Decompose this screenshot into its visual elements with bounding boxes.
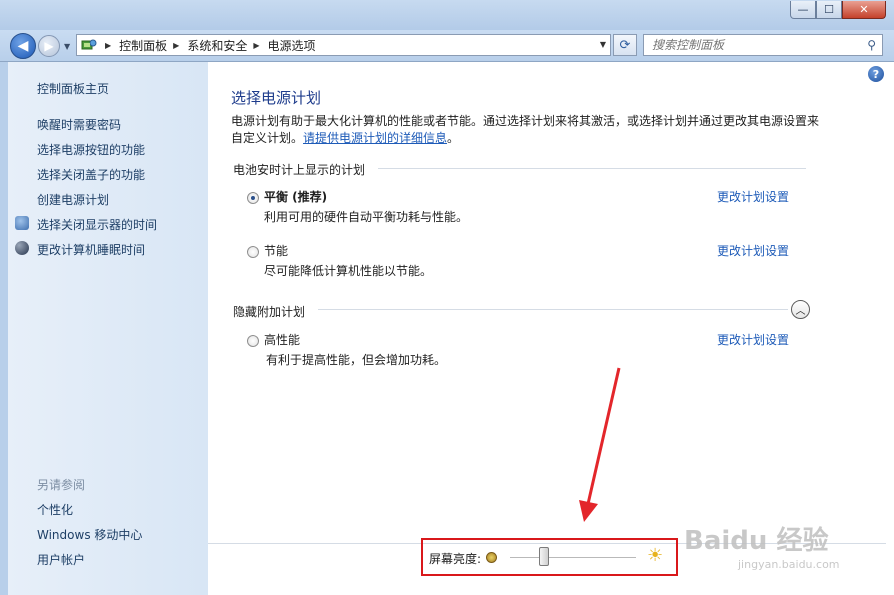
brightness-slider-track[interactable]: [510, 557, 636, 559]
brightness-slider-thumb[interactable]: [539, 547, 549, 566]
bright-sun-icon: ☀: [647, 545, 664, 566]
back-button[interactable]: ◀: [10, 33, 36, 59]
address-history-dropdown[interactable]: ▼: [600, 40, 606, 49]
sidebar-item-control-panel-home[interactable]: 控制面板主页: [37, 80, 109, 97]
see-also-heading: 另请参阅: [37, 478, 86, 492]
baidu-watermark: Baidu 经验 jingyan.baidu.com: [684, 520, 860, 586]
sidebar-item-power-button[interactable]: 选择电源按钮的功能: [37, 141, 145, 158]
dim-sun-icon: [486, 552, 497, 563]
sidebar-item-lid-close[interactable]: 选择关闭盖子的功能: [37, 166, 145, 183]
search-icon[interactable]: ⚲: [867, 38, 876, 52]
watermark-url: jingyan.baidu.com: [738, 558, 840, 571]
plan-power-saver-desc: 尽可能降低计算机性能以节能。: [264, 264, 433, 278]
description-end: 。: [447, 131, 460, 145]
breadcrumb-separator[interactable]: ▶: [253, 41, 259, 50]
forward-button[interactable]: ▶: [38, 35, 60, 57]
recent-pages-dropdown[interactable]: ▼: [64, 42, 70, 51]
plan-balanced-desc: 利用可用的硬件自动平衡功耗与性能。: [264, 210, 469, 224]
plan-details-link[interactable]: 请提供电源计划的详细信息: [303, 131, 447, 145]
sidebar-item-sleep-time[interactable]: 更改计算机睡眠时间: [37, 241, 145, 258]
brightness-label: 屏幕亮度:: [429, 552, 482, 566]
main-content: ? 选择电源计划 电源计划有助于最大化计算机的性能或者节能。通过选择计划来将其激…: [208, 62, 886, 595]
plan-balanced-radio[interactable]: [247, 192, 259, 204]
hidden-plans-heading: 隐藏附加计划: [233, 305, 306, 319]
sidebar-item-create-plan[interactable]: 创建电源计划: [37, 191, 109, 208]
help-icon[interactable]: ?: [868, 66, 884, 82]
battery-plans-heading: 电池安时计上显示的计划: [233, 163, 366, 177]
sidebar-item-personalization[interactable]: 个性化: [37, 501, 73, 518]
breadcrumb-separator[interactable]: ▶: [173, 41, 179, 50]
window-controls: — ☐ ✕: [790, 1, 886, 19]
plan-power-saver-radio[interactable]: [247, 246, 259, 258]
navigation-bar: ◀ ▶ ▼ ▶ 控制面板 ▶ 系统和安全 ▶ 电源选项 ▼ ⟳ ⚲: [0, 30, 894, 62]
moon-icon: [15, 241, 29, 255]
change-plan-settings-link[interactable]: 更改计划设置: [717, 188, 789, 205]
group-divider: [378, 168, 806, 169]
brightness-control-highlight: 屏幕亮度: ☀: [421, 538, 678, 576]
close-button[interactable]: ✕: [842, 1, 886, 19]
plan-high-performance-name[interactable]: 高性能: [264, 331, 300, 348]
breadcrumb: ▶ 控制面板 ▶ 系统和安全 ▶ 电源选项: [99, 37, 316, 54]
monitor-shield-icon: [15, 216, 29, 230]
breadcrumb-power-options[interactable]: 电源选项: [268, 37, 316, 54]
control-panel-icon: [81, 38, 99, 52]
plan-high-performance-desc: 有利于提高性能，但会增加功耗。: [266, 353, 447, 367]
group-divider: [318, 309, 788, 310]
title-bar: — ☐ ✕: [0, 0, 894, 30]
breadcrumb-separator: ▶: [105, 40, 112, 50]
maximize-button[interactable]: ☐: [816, 1, 842, 19]
refresh-button[interactable]: ⟳: [613, 34, 637, 56]
change-plan-settings-link[interactable]: 更改计划设置: [717, 331, 789, 348]
plan-power-saver-name[interactable]: 节能: [264, 242, 288, 259]
watermark-logo-text: Baidu 经验: [684, 526, 829, 556]
sidebar-item-user-accounts[interactable]: 用户帐户: [37, 551, 85, 568]
breadcrumb-control-panel[interactable]: 控制面板: [119, 37, 167, 54]
change-plan-settings-link[interactable]: 更改计划设置: [717, 242, 789, 259]
address-bar[interactable]: ▶ 控制面板 ▶ 系统和安全 ▶ 电源选项 ▼: [76, 34, 611, 56]
page-description: 电源计划有助于最大化计算机的性能或者节能。通过选择计划来将其激活，或选择计划并通…: [231, 113, 821, 147]
sidebar-item-mobility-center[interactable]: Windows 移动中心: [37, 526, 142, 543]
sidebar: 控制面板主页 唤醒时需要密码 选择电源按钮的功能 选择关闭盖子的功能 创建电源计…: [0, 62, 208, 595]
page-title: 选择电源计划: [231, 89, 322, 107]
plan-balanced-name[interactable]: 平衡 (推荐): [264, 188, 327, 205]
breadcrumb-system-security[interactable]: 系统和安全: [187, 37, 247, 54]
sidebar-item-display-off[interactable]: 选择关闭显示器的时间: [37, 216, 157, 233]
search-input[interactable]: [644, 35, 854, 55]
minimize-button[interactable]: —: [790, 1, 816, 19]
plan-high-performance-radio[interactable]: [247, 335, 259, 347]
sidebar-item-wake-password[interactable]: 唤醒时需要密码: [37, 116, 121, 133]
collapse-hidden-plans-button[interactable]: ︿: [791, 300, 810, 319]
search-box: ⚲: [643, 34, 883, 56]
